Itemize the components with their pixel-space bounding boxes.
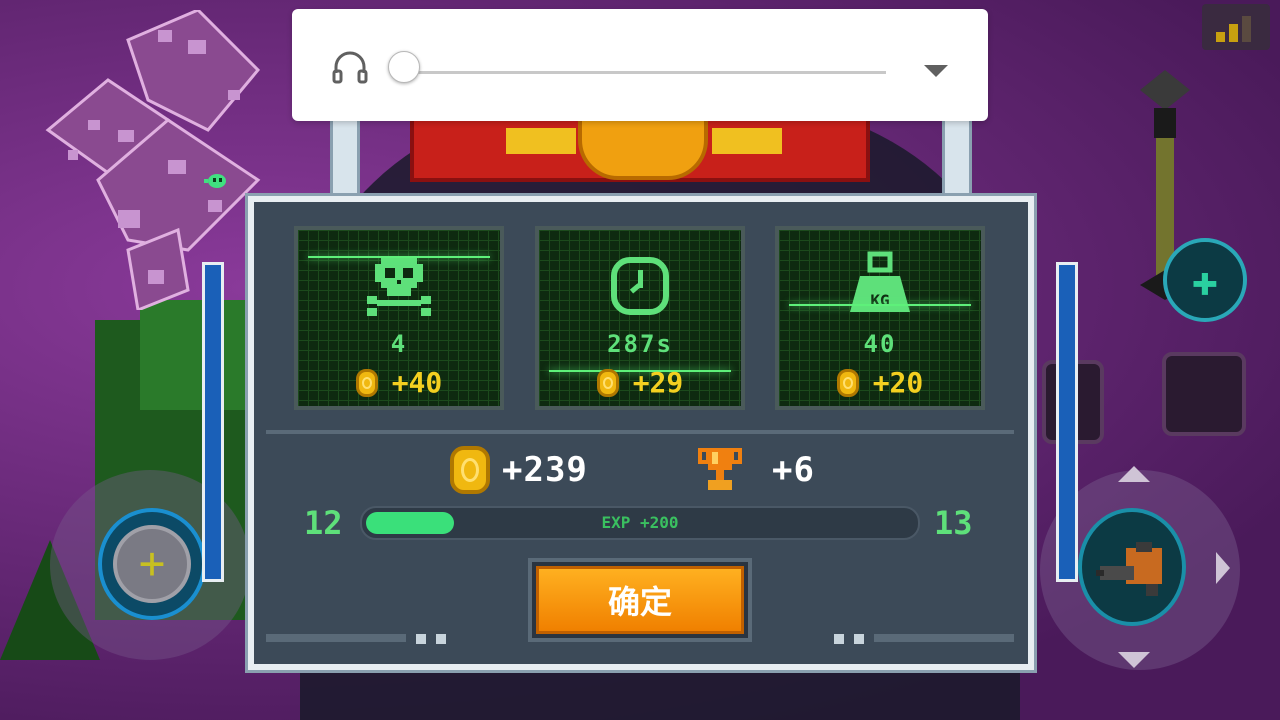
skull-icon [367,258,431,316]
volume-slider-thumb[interactable] [388,51,420,83]
weight-icon-label: KG [870,291,889,310]
kills-value: 4 [390,330,408,358]
footer-dot [436,634,446,644]
exp-label: EXP +200 [601,513,679,532]
coin-icon [836,368,859,397]
footer-bar-left [266,634,406,642]
weapon-next-arrow-icon[interactable] [1216,552,1230,584]
coin-icon [596,368,619,397]
weight-reward: +20 [779,366,981,399]
joystick-knob[interactable]: + [113,525,191,603]
signal-icon [1202,4,1270,50]
footer-dot [416,634,426,644]
weight-icon: KG [850,251,910,312]
kills-reward-text: +40 [391,366,443,399]
weapon-down-arrow-icon[interactable] [1118,652,1150,668]
footer-dot [854,634,864,644]
kills-reward: +40 [298,366,500,399]
footer-bar-right [874,634,1014,642]
confirm-button-frame: 确定 [528,558,752,642]
footer-dot [834,634,844,644]
heal-icon: ✚ [1191,254,1219,306]
banner-wing-right [712,128,782,154]
total-trophies: +6 [698,446,815,494]
time-value: 287s [607,330,673,358]
coin-icon [355,368,378,397]
total-coins: +239 [450,446,588,494]
fire-weapon-button[interactable] [1078,508,1186,626]
level-current: 12 [304,504,343,542]
trophy-icon [698,448,742,490]
headphones-icon [332,51,368,84]
stat-card-weight: KG 40 +20 [775,226,985,410]
panel-side-right [1056,262,1078,582]
chevron-down-icon[interactable] [924,65,948,77]
heal-button[interactable]: ✚ [1163,238,1247,322]
movement-joystick[interactable]: + [98,508,206,620]
stat-card-kills: 4 +40 [294,226,504,410]
gun-icon [1096,542,1162,596]
trophies-text: +6 [772,450,815,490]
weight-reward-text: +20 [872,366,924,399]
total-coins-text: +239 [502,450,588,490]
panel-divider [266,430,1014,434]
confirm-button[interactable]: 确定 [536,566,744,634]
panel-side-left [202,262,224,582]
volume-slider-track[interactable] [404,71,886,74]
time-reward: +29 [539,366,741,399]
banner-wing-left [506,128,576,154]
stat-card-time: 287s +29 [535,226,745,410]
coin-icon [450,446,490,494]
exp-bar: EXP +200 [360,506,920,540]
item-slot[interactable] [1162,352,1246,436]
volume-overlay [292,9,988,121]
weapon-up-arrow-icon[interactable] [1118,466,1150,482]
plus-icon: + [138,538,166,589]
time-reward-text: +29 [632,366,684,399]
level-next: 13 [934,504,973,542]
player-marker-icon [204,174,226,188]
weight-value: 40 [863,330,897,358]
clock-icon [611,257,669,315]
minimap[interactable] [28,8,278,313]
